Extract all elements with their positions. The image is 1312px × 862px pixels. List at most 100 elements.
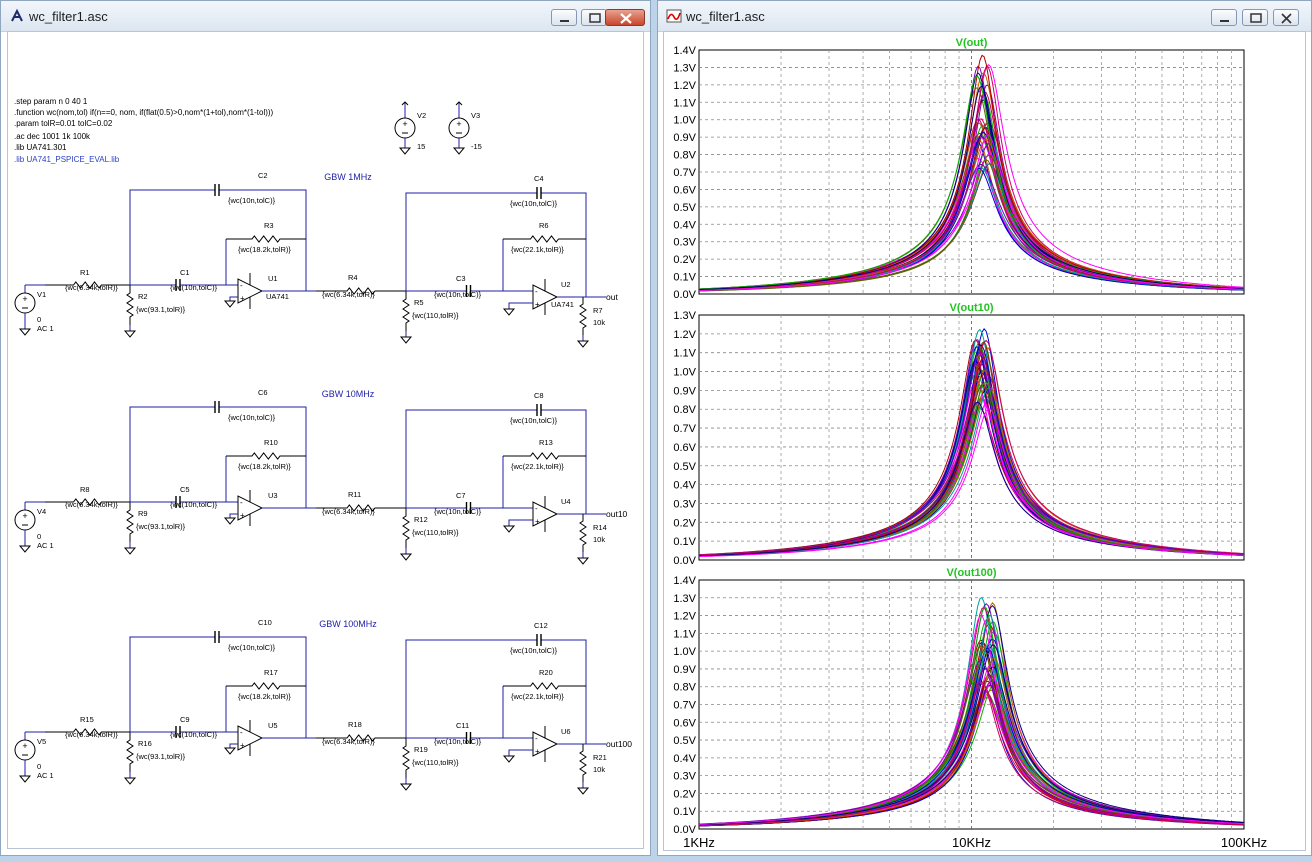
- ground-icon: [123, 777, 137, 785]
- source-plus-sign: +: [456, 119, 461, 129]
- resistor-value: {wc(110,tolR)}: [412, 528, 459, 537]
- wire: [262, 502, 307, 509]
- opamp-minus: -: [535, 504, 538, 513]
- y-tick-label: 0.5V: [673, 461, 696, 473]
- resistor-value: {wc(22.1k,tolR)}: [511, 692, 564, 701]
- close-button[interactable]: [1273, 9, 1299, 26]
- capacitor-value: {wc(10n,tolC)}: [228, 196, 276, 205]
- y-tick-label: 1.0V: [673, 367, 696, 379]
- source-plus-sign: +: [22, 741, 27, 751]
- plot-pane[interactable]: V(out10) 1.3V 1.2V 1.1V 1.0V 0.9V 0.8V 0.7V 0.6V…: [673, 302, 1245, 567]
- capacitor-name: C10: [258, 618, 272, 627]
- resistor: [579, 744, 587, 782]
- source-ac: AC 1: [37, 541, 54, 550]
- y-tick-label: 0.7V: [673, 423, 696, 435]
- opamp-name: U5: [268, 721, 278, 730]
- resistor-name: R18: [348, 720, 362, 729]
- opamp-minus: -: [535, 734, 538, 743]
- close-button[interactable]: [605, 9, 645, 26]
- resistor-name: R14: [593, 523, 607, 532]
- schematic-titlebar[interactable]: wc_filter1.asc: [1, 1, 650, 32]
- y-tick-label: 1.2V: [673, 80, 696, 92]
- waveform-title: wc_filter1.asc: [686, 9, 765, 24]
- wire: [262, 732, 307, 739]
- supply-name: V3: [471, 111, 480, 120]
- supply-name: V2: [417, 111, 426, 120]
- stage-label: GBW 10MHz: [322, 389, 375, 399]
- plot-pane[interactable]: V(out100) 1.4V 1.3V 1.2V 1.1V 1.0V 0.9V 0.8V 0.7…: [673, 567, 1245, 836]
- waveform-window[interactable]: wc_filter1.asc V(out) 1.4V 1.3V 1.2V 1.1V 1.0…: [657, 0, 1312, 856]
- y-tick-label: 1.1V: [673, 348, 696, 360]
- maximize-button[interactable]: [1242, 9, 1268, 26]
- opamp-plus: +: [535, 300, 540, 309]
- y-tick-label: 1.0V: [673, 646, 696, 658]
- opamp-model: UA741: [551, 300, 574, 309]
- maximize-icon: [1250, 13, 1262, 23]
- opamp-minus: -: [535, 287, 538, 296]
- capacitor-value: {wc(10n,tolC)}: [434, 290, 482, 299]
- resistor: [503, 452, 586, 460]
- resistor-value: {wc(93.1,tolR)}: [136, 522, 186, 531]
- capacitor-name: C9: [180, 715, 190, 724]
- wire: [405, 409, 526, 508]
- maximize-button[interactable]: [581, 9, 607, 26]
- ground-icon: [223, 517, 237, 525]
- capacitor-value: {wc(10n,tolC)}: [170, 500, 218, 509]
- y-tick-label: 0.3V: [673, 771, 696, 783]
- directive-line: .lib UA741.301: [14, 143, 67, 152]
- wire: [508, 519, 533, 526]
- resistor-value: {wc(110,tolR)}: [412, 311, 459, 320]
- capacitor-name: C6: [258, 388, 268, 397]
- resistor-value: {wc(22.1k,tolR)}: [511, 462, 564, 471]
- resistor: [226, 682, 306, 690]
- wire: [557, 508, 587, 515]
- minimize-icon: [1220, 20, 1229, 22]
- resistor: [402, 291, 410, 331]
- directive-line: .ac dec 1001 1k 100k: [14, 132, 91, 141]
- x-tick-label: 1KHz: [683, 835, 715, 850]
- opamp-minus: -: [240, 498, 243, 507]
- x-tick-label: 10KHz: [952, 835, 991, 850]
- source-name: V1: [37, 290, 46, 299]
- wire: [557, 738, 587, 745]
- wire: [229, 743, 238, 748]
- resistor-name: R12: [414, 515, 428, 524]
- waveform-titlebar[interactable]: wc_filter1.asc: [658, 1, 1311, 32]
- resistor-value: {wc(6.34k,tolR)}: [65, 283, 118, 292]
- schematic-canvas[interactable]: .step param n 0 40 1 .function wc(nom,to…: [7, 31, 644, 849]
- x-axis: 1KHz 10KHz 100KHz: [683, 835, 1267, 850]
- supply-value: 15: [417, 142, 425, 151]
- resistor-name: R20: [539, 668, 553, 677]
- minimize-button[interactable]: [1211, 9, 1237, 26]
- resistor-name: R8: [80, 485, 90, 494]
- ground-icon: [502, 308, 516, 316]
- y-tick-label: 0.1V: [673, 806, 696, 818]
- lib-directive: .lib UA741_PSPICE_EVAL.lib: [14, 155, 120, 164]
- capacitor-name: C5: [180, 485, 190, 494]
- opamp-plus: +: [535, 747, 540, 756]
- waveform-canvas[interactable]: V(out) 1.4V 1.3V 1.2V 1.1V 1.0V 0.9V 0.8V 0.7V 0.…: [663, 31, 1306, 851]
- opamp-name: U4: [561, 497, 571, 506]
- ground-icon: [399, 336, 413, 344]
- schematic-window[interactable]: wc_filter1.asc .step param n 0 40 1 .fun…: [0, 0, 651, 856]
- capacitor-name: C11: [456, 721, 469, 730]
- resistor-value: {wc(6.34k,tolR)}: [65, 730, 118, 739]
- schematic-drawing[interactable]: .step param n 0 40 1 .function wc(nom,to…: [8, 32, 645, 850]
- source-plus-sign: +: [402, 119, 407, 129]
- y-tick-label: 0.0V: [673, 555, 696, 567]
- y-tick-label: 0.5V: [673, 202, 696, 214]
- y-tick-label: 1.4V: [673, 45, 696, 57]
- plot-area[interactable]: V(out) 1.4V 1.3V 1.2V 1.1V 1.0V 0.9V 0.8V 0.7V 0.…: [664, 32, 1307, 852]
- resistor-value: {wc(6.34k,tolR)}: [65, 500, 118, 509]
- y-tick-label: 0.9V: [673, 132, 696, 144]
- wire: [129, 406, 204, 502]
- y-tick-label: 0.6V: [673, 184, 696, 196]
- y-tick-label: 0.3V: [673, 498, 696, 510]
- y-tick-label: 0.9V: [673, 385, 696, 397]
- opamp-minus: -: [240, 728, 243, 737]
- capacitor-value: {wc(10n,tolC)}: [510, 646, 558, 655]
- resistor-value: 10k: [593, 535, 605, 544]
- minimize-button[interactable]: [551, 9, 577, 26]
- output-net-label: out: [606, 292, 618, 302]
- plot-pane[interactable]: V(out) 1.4V 1.3V 1.2V 1.1V 1.0V 0.9V 0.8V 0.7V 0.…: [673, 37, 1245, 301]
